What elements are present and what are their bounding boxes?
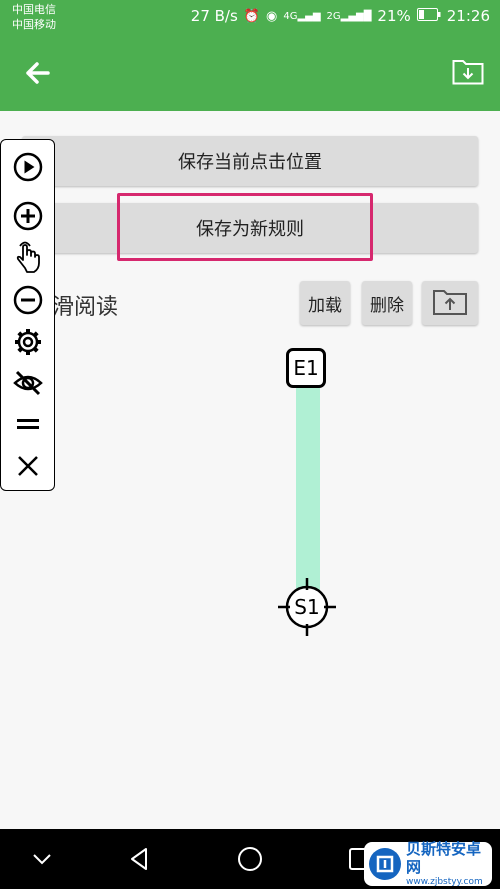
eye-comfort-icon: ◉ [265, 8, 278, 24]
watermark-title: 贝斯特安卓网 [406, 840, 482, 876]
end-marker-e1[interactable]: E1 [286, 348, 326, 388]
status-indicators: 27 B/s ⏰ ◉ 4G▂▄▆ 2G▂▄▆█ 21% 21:26 [191, 7, 490, 25]
clock: 21:26 [446, 7, 490, 25]
main-content: 保存当前点击位置 保存为新规则 上滑阅读 加载 删除 [0, 111, 500, 829]
start-marker-label: S1 [294, 595, 320, 619]
load-button[interactable]: 加载 [300, 281, 350, 325]
drag-handle-icon[interactable] [12, 408, 44, 440]
app-bar [0, 35, 500, 111]
watermark-url: www.zjbstyy.com [406, 877, 483, 887]
network-speed: 27 B/s [190, 7, 238, 25]
carrier-1: 中国电信 [12, 3, 56, 16]
watermark-icon [368, 847, 402, 881]
floating-control-panel [0, 139, 55, 491]
signal-icon-1: 4G▂▄▆ [283, 10, 321, 22]
status-bar: 中国电信 中国移动 27 B/s ⏰ ◉ 4G▂▄▆ 2G▂▄▆█ 21% 21… [0, 0, 500, 35]
remove-icon[interactable] [12, 284, 44, 316]
chevron-down-icon[interactable] [26, 843, 58, 875]
battery-icon [416, 7, 441, 25]
watermark-text: 贝斯特安卓网 www.zjbstyy.com [406, 840, 492, 888]
carrier-2: 中国移动 [12, 18, 56, 31]
add-icon[interactable] [12, 200, 44, 232]
start-marker-s1[interactable]: S1 [278, 578, 336, 636]
nav-back-icon[interactable] [123, 843, 155, 875]
signal-icon-2: 2G▂▄▆█ [326, 10, 372, 22]
battery-percent: 21% [377, 7, 411, 25]
save-position-button[interactable]: 保存当前点击位置 [22, 136, 478, 186]
arrow-left-icon[interactable] [20, 55, 56, 91]
tutorial-highlight-box [117, 193, 373, 261]
export-button[interactable] [422, 281, 478, 325]
nav-home-icon[interactable] [234, 843, 266, 875]
swipe-path [296, 375, 320, 607]
play-icon[interactable] [12, 151, 44, 183]
carrier-info: 中国电信 中国移动 [12, 2, 56, 32]
hide-icon[interactable] [12, 367, 44, 399]
tap-gesture-icon[interactable] [12, 238, 44, 273]
watermark-logo: 贝斯特安卓网 www.zjbstyy.com [364, 840, 492, 888]
settings-icon[interactable] [12, 326, 44, 358]
folder-download-icon[interactable] [452, 57, 484, 85]
alarm-icon: ⏰ [243, 8, 260, 24]
delete-button[interactable]: 删除 [362, 281, 412, 325]
close-icon[interactable] [12, 450, 44, 482]
folder-upload-icon [432, 286, 468, 321]
